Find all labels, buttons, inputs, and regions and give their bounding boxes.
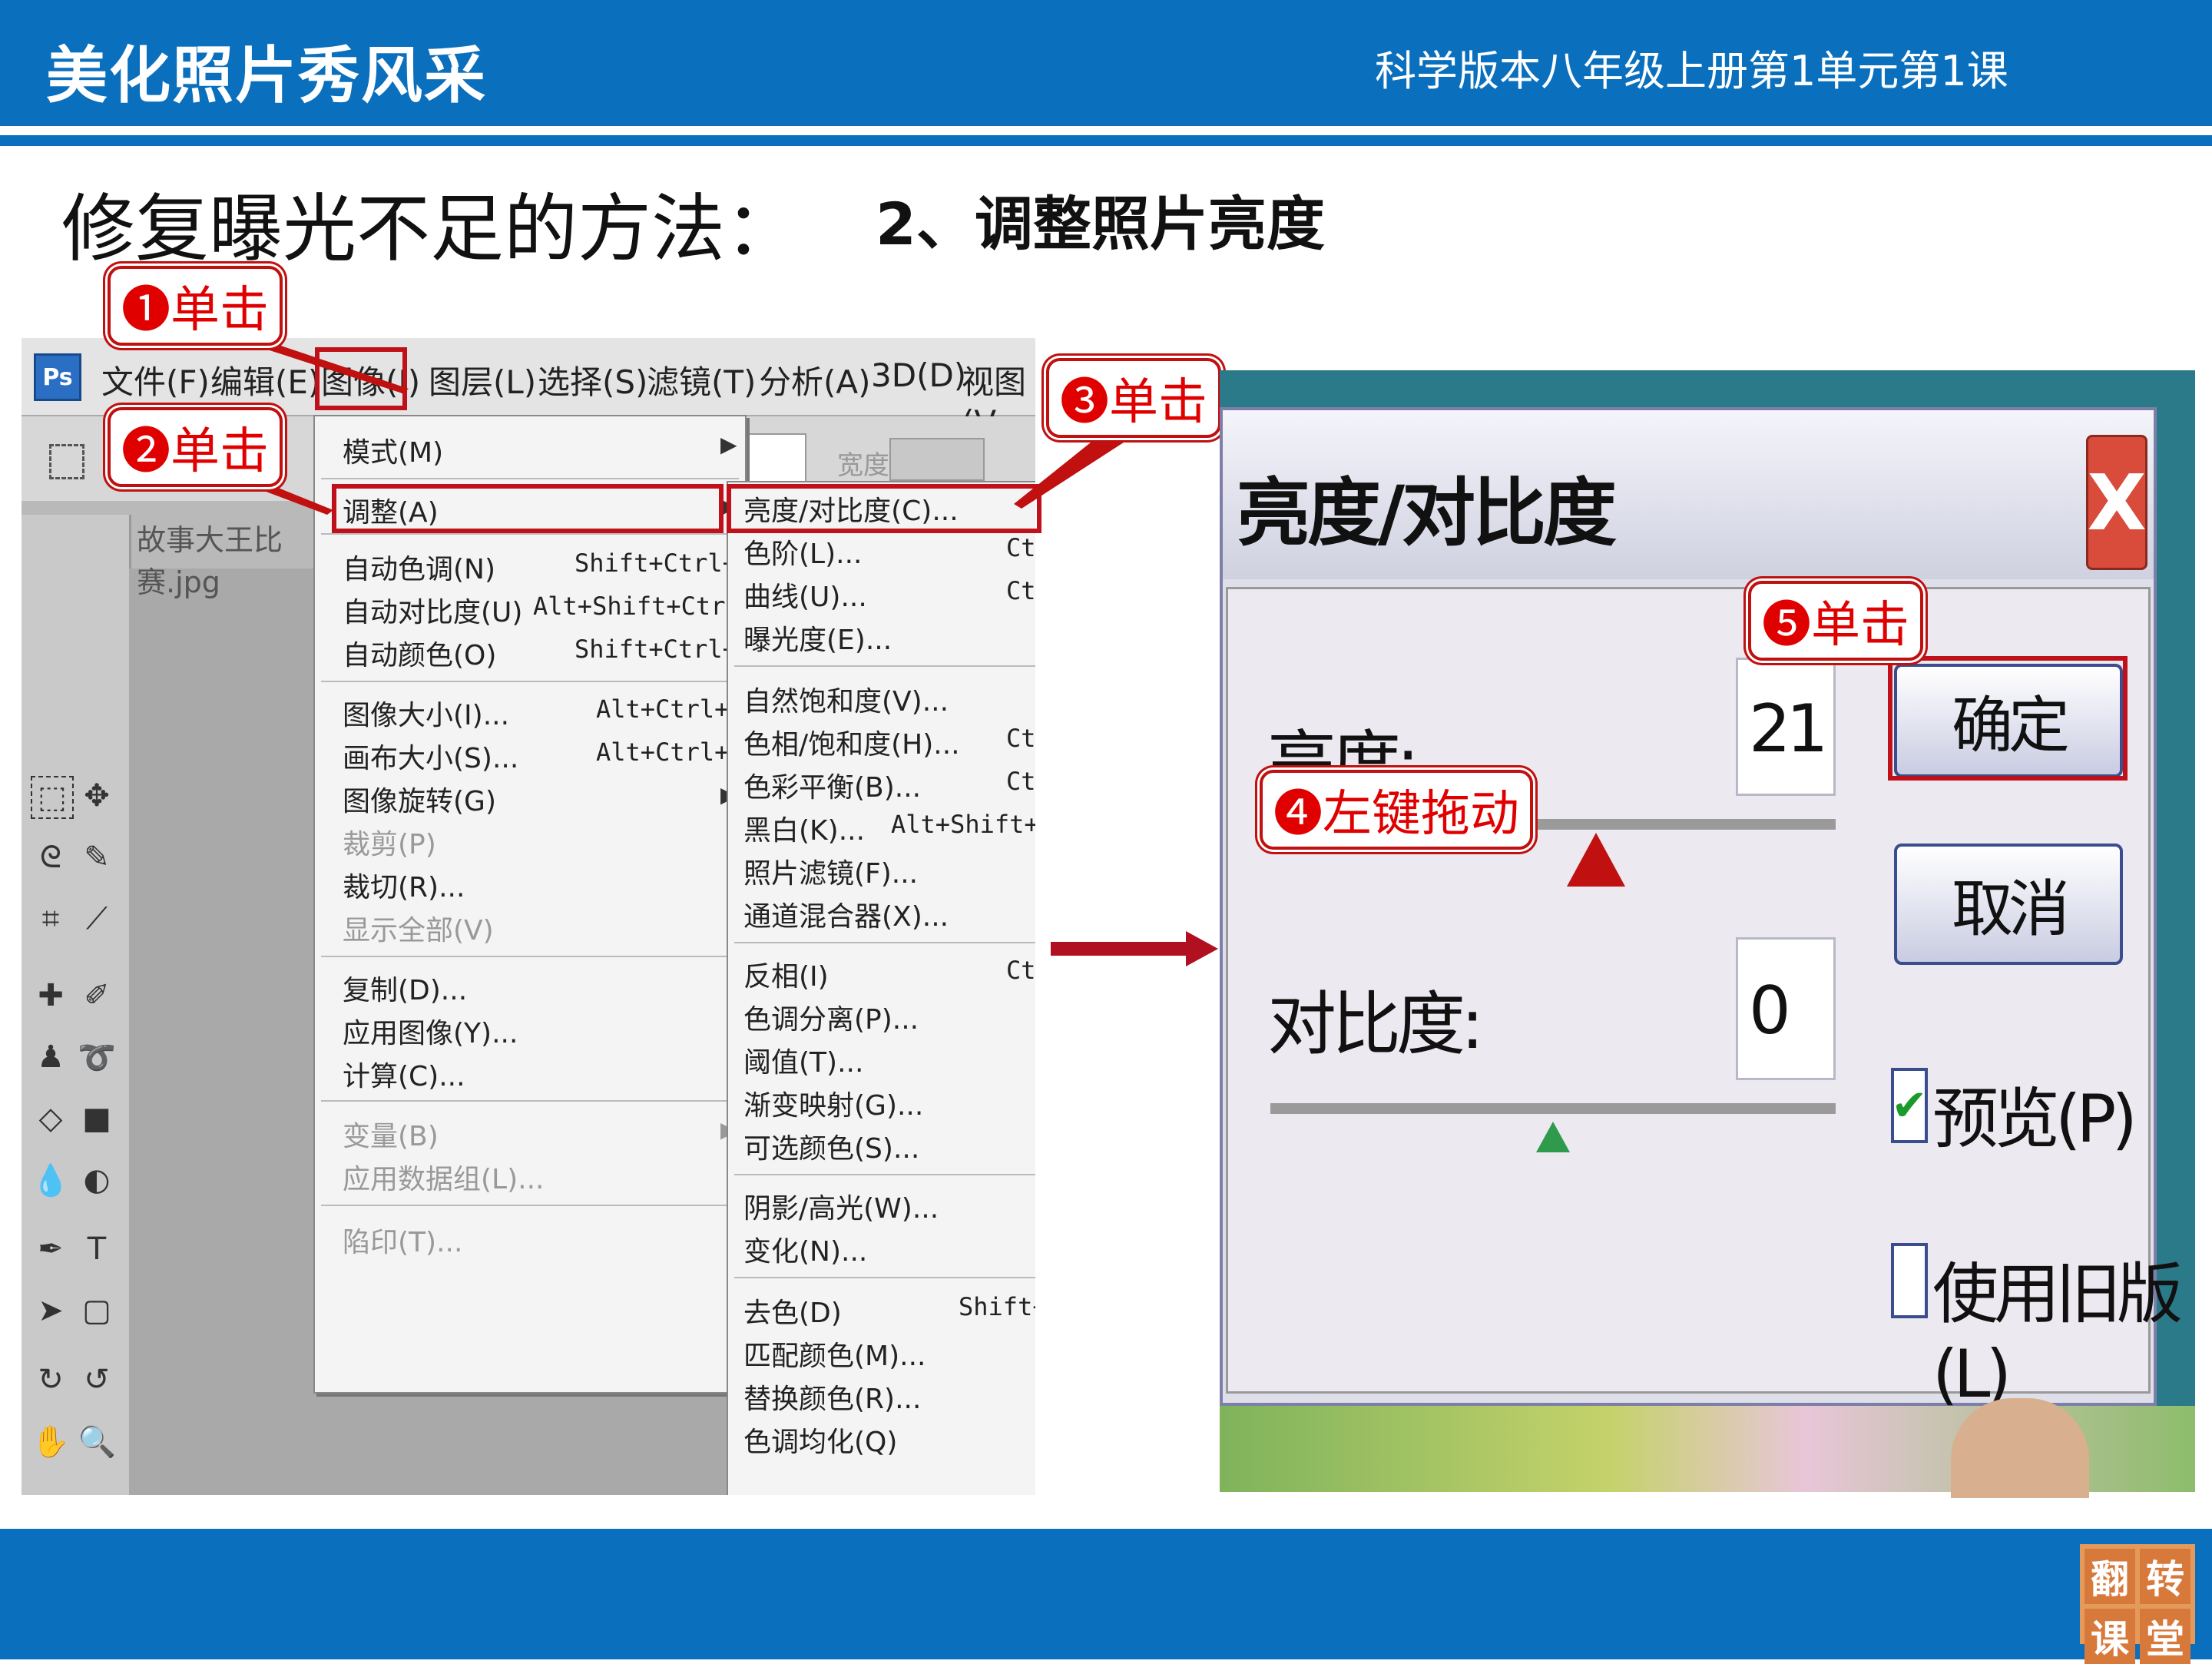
- highlight-slider-thumb: [1567, 833, 1625, 887]
- dialog-title: 亮度/对比度: [1237, 470, 1617, 556]
- contrast-label: 对比度:: [1267, 984, 1484, 1065]
- preview-checkbox[interactable]: ✔: [1891, 1068, 1928, 1143]
- background-photo-person: [1951, 1398, 2089, 1498]
- preview-label: 预览(P): [1932, 1081, 2137, 1158]
- legacy-label: 使用旧版(L): [1932, 1256, 2183, 1413]
- flipped-classroom-logo: 翻 转 课 堂: [2080, 1544, 2195, 1664]
- contrast-input[interactable]: 0: [1736, 937, 1836, 1080]
- brightness-input[interactable]: 21: [1736, 658, 1836, 796]
- legacy-checkbox[interactable]: [1891, 1243, 1928, 1318]
- callout-step3: ❸单击: [1046, 358, 1221, 438]
- highlight-ok-button: [1888, 656, 2128, 781]
- flow-arrow-icon: [1051, 931, 1218, 966]
- footer-bar: [0, 1529, 2212, 1659]
- callout-step2: ❷单击: [108, 407, 283, 487]
- close-icon[interactable]: X: [2086, 435, 2147, 570]
- callout-step5: ❺单击: [1748, 581, 1923, 661]
- logo-char: 堂: [2140, 1609, 2190, 1664]
- logo-char: 课: [2085, 1609, 2135, 1664]
- callout-step1: ❶单击: [108, 266, 283, 346]
- contrast-slider-track[interactable]: [1270, 1103, 1836, 1114]
- checkmark-icon: ✔: [1891, 1080, 1928, 1131]
- callout-step4: ❹左键拖动: [1260, 770, 1533, 850]
- contrast-slider-thumb[interactable]: [1536, 1122, 1570, 1152]
- cancel-button[interactable]: 取消: [1894, 844, 2123, 965]
- logo-char: 翻: [2085, 1549, 2135, 1604]
- logo-char: 转: [2140, 1549, 2190, 1604]
